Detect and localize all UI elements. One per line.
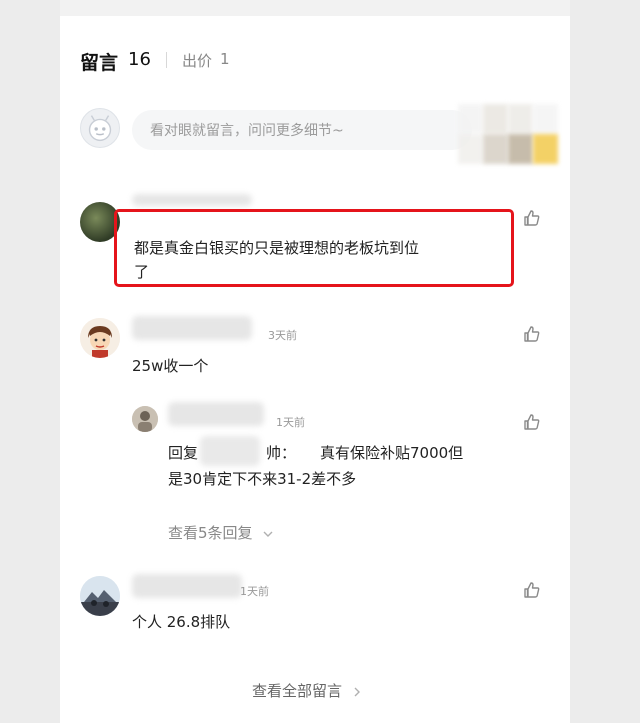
tab-divider: [166, 52, 167, 68]
reply-author-blurred: [168, 402, 264, 426]
comments-count: 16: [128, 49, 151, 70]
comment-input-wrapper[interactable]: [132, 110, 472, 152]
like-icon[interactable]: [522, 208, 542, 228]
reply-target-blurred: [200, 436, 260, 466]
tab-comments[interactable]: 留言: [80, 48, 118, 75]
view-replies-link[interactable]: 查看5条回复: [168, 522, 275, 543]
comment-author-blurred: [132, 574, 242, 598]
robot-avatar-icon: [88, 115, 112, 142]
comment-text-line: 个人 26.8排队: [132, 613, 231, 631]
like-icon[interactable]: [522, 580, 542, 600]
reply-text-line: 是30肯定下不来31-2差不多: [168, 470, 357, 488]
comment-author-blurred: [132, 194, 252, 206]
reply-avatar[interactable]: [132, 406, 158, 432]
comment-time: 3天前: [268, 329, 297, 342]
comment-avatar[interactable]: [80, 318, 120, 358]
reply-prefix: 回复: [168, 444, 199, 462]
chevron-right-icon: [354, 687, 360, 696]
highlight-annotation-box: [114, 209, 514, 287]
comments-card: 留言 16 出价 1 都是真金白银买的只是被理想的老板坑到位 了: [60, 0, 570, 723]
offers-count: 1: [220, 50, 230, 68]
view-replies-label: 查看5条回复: [168, 524, 253, 542]
view-all-label: 查看全部留言: [252, 682, 343, 700]
reply-time: 1天前: [276, 416, 305, 429]
comment-text-line: 25w收一个: [132, 357, 209, 375]
comment-author-blurred: [132, 316, 252, 340]
blurred-user-thumbnail: [458, 104, 558, 164]
comment-time: 1天前: [240, 585, 269, 598]
like-icon[interactable]: [522, 412, 542, 432]
like-icon[interactable]: [522, 324, 542, 344]
reply-target-suffix: 帅：: [266, 444, 297, 462]
comment-input[interactable]: [148, 110, 452, 152]
my-avatar: [80, 108, 120, 148]
view-all-comments-link[interactable]: 查看全部留言: [252, 680, 363, 701]
chevron-down-icon: [263, 531, 273, 537]
comment-avatar[interactable]: [80, 576, 120, 616]
reply-text-line: 真有保险补贴7000但: [320, 444, 464, 462]
tab-offers[interactable]: 出价: [182, 50, 212, 71]
